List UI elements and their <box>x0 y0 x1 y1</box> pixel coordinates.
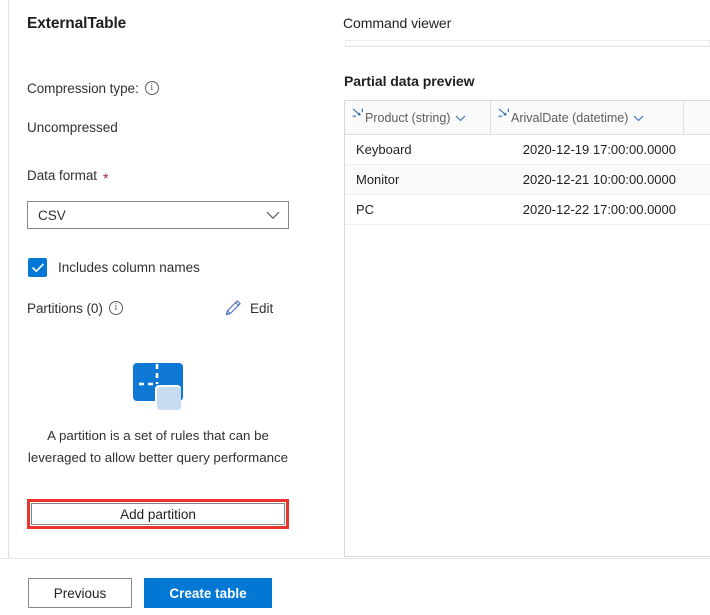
command-viewer-title: Command viewer <box>343 15 451 31</box>
previous-label: Previous <box>54 586 107 601</box>
table-settings-pane: ExternalTable Compression type: Uncompre… <box>0 0 335 558</box>
create-table-button[interactable]: Create table <box>144 578 272 608</box>
command-viewer-panel[interactable] <box>345 40 710 47</box>
data-preview-grid: Product (string) ArivalDate ( <box>344 100 710 557</box>
partitions-label-text: Partitions (0) <box>27 301 103 316</box>
required-asterisk: * <box>103 171 108 185</box>
grid-header-row: Product (string) ArivalDate ( <box>345 101 710 135</box>
pencil-icon <box>224 299 242 317</box>
chevron-down-icon[interactable] <box>455 111 466 125</box>
previous-button[interactable]: Previous <box>28 578 132 608</box>
cell-empty <box>684 165 709 194</box>
external-table-wizard-page: ExternalTable Compression type: Uncompre… <box>0 0 710 615</box>
chevron-down-icon[interactable] <box>633 111 644 125</box>
column-header-label: ArivalDate (datetime) <box>511 111 628 125</box>
includes-column-names-label: Includes column names <box>58 260 200 275</box>
cell-arrivaldate: 2020-12-21 10:00:00.0000 <box>491 165 684 194</box>
data-format-label: Data format * <box>27 168 108 183</box>
footer-divider <box>0 558 710 559</box>
column-header-arrivaldate[interactable]: ArivalDate (datetime) <box>491 101 684 134</box>
create-table-label: Create table <box>169 586 246 601</box>
table-row[interactable]: PC 2020-12-22 17:00:00.0000 <box>345 195 710 225</box>
partition-illustration-icon <box>132 358 184 412</box>
edit-label: Edit <box>250 301 273 316</box>
compression-type-value: Uncompressed <box>27 120 118 135</box>
partitions-label: Partitions (0) <box>27 301 123 316</box>
data-format-selected-value: CSV <box>38 208 66 223</box>
column-header-label: Product (string) <box>365 111 450 125</box>
page-title: ExternalTable <box>27 15 126 33</box>
partition-empty-state-text: A partition is a set of rules that can b… <box>27 425 289 469</box>
column-type-arrow-icon <box>352 107 364 121</box>
cell-empty <box>684 135 709 164</box>
table-row[interactable]: Monitor 2020-12-21 10:00:00.0000 <box>345 165 710 195</box>
cell-arrivaldate: 2020-12-19 17:00:00.0000 <box>491 135 684 164</box>
preview-pane: Command viewer Partial data preview Prod… <box>343 0 710 558</box>
edit-partitions-button[interactable]: Edit <box>224 299 273 317</box>
cell-empty <box>684 195 709 224</box>
compression-type-label: Compression type: <box>27 81 159 96</box>
checkbox-checked-icon <box>28 258 47 277</box>
chevron-down-icon <box>266 211 280 220</box>
data-format-select[interactable]: CSV <box>27 201 289 229</box>
includes-column-names-checkbox[interactable]: Includes column names <box>28 258 200 277</box>
cell-product: Monitor <box>345 165 491 194</box>
column-header-empty <box>684 101 709 134</box>
cell-product: Keyboard <box>345 135 491 164</box>
info-icon[interactable] <box>109 301 123 315</box>
compression-type-label-text: Compression type: <box>27 81 139 96</box>
table-row[interactable]: Keyboard 2020-12-19 17:00:00.0000 <box>345 135 710 165</box>
column-type-arrow-icon <box>498 107 510 121</box>
partial-data-preview-title: Partial data preview <box>344 73 475 89</box>
data-format-label-text: Data format <box>27 168 97 183</box>
cell-product: PC <box>345 195 491 224</box>
add-partition-button[interactable]: Add partition <box>31 503 285 525</box>
cell-arrivaldate: 2020-12-22 17:00:00.0000 <box>491 195 684 224</box>
info-icon[interactable] <box>145 81 159 95</box>
column-header-product[interactable]: Product (string) <box>345 101 491 134</box>
add-partition-label: Add partition <box>120 507 196 522</box>
